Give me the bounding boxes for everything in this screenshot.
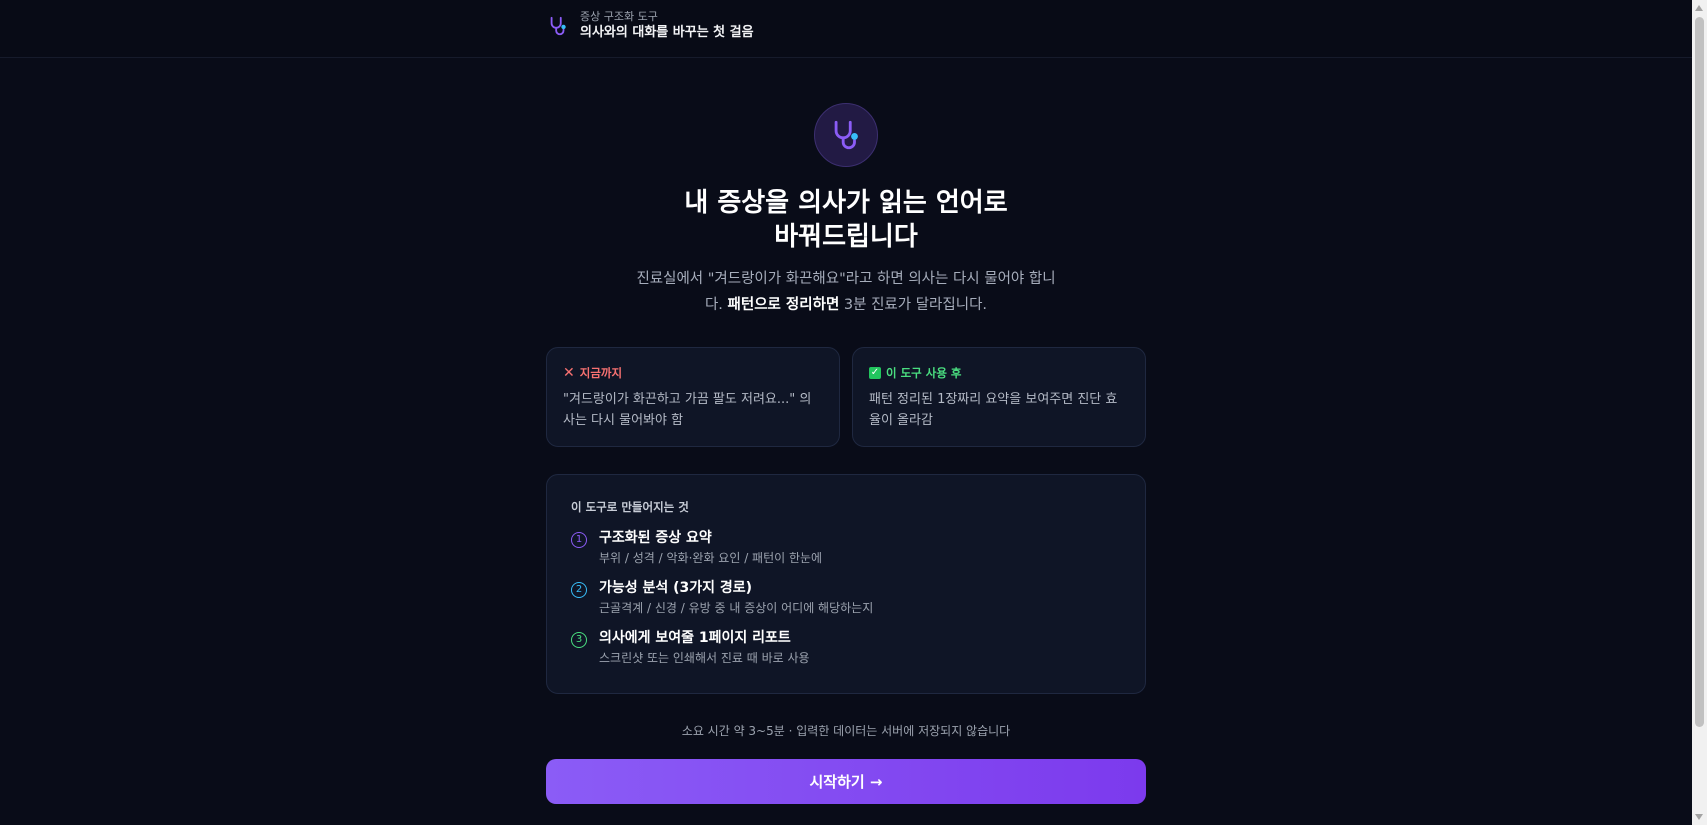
footnote: 소요 시간 약 3~5분 · 입력한 데이터는 서버에 저장되지 않습니다 bbox=[681, 724, 1011, 738]
x-icon: ✕ bbox=[563, 365, 575, 381]
output-title: 구조화된 증상 요약 bbox=[599, 530, 712, 546]
output-desc: 부위 / 성격 / 악화·완화 요인 / 패턴이 한눈에 bbox=[599, 551, 823, 565]
app-subtitle: 증상 구조화 도구 bbox=[580, 10, 658, 23]
lead-bold: 패턴으로 정리하면 bbox=[727, 297, 840, 313]
scroll-up-icon[interactable] bbox=[1695, 5, 1703, 11]
output-desc: 스크린샷 또는 인쇄해서 진료 때 바로 사용 bbox=[599, 651, 810, 665]
output-item-2: 2 가능성 분석 (3가지 경로) 근골격계 / 신경 / 유방 중 내 증상이… bbox=[571, 578, 1121, 617]
stethoscope-icon bbox=[546, 14, 570, 38]
lead-text: 진료실에서 "겨드랑이가 화끈해요"라고 하면 의사는 다시 물어야 합니다. … bbox=[630, 266, 1062, 318]
top-bar: 증상 구조화 도구 의사와의 대화를 바꾸는 첫 걸음 bbox=[0, 0, 1692, 58]
before-label: 지금까지 bbox=[579, 366, 623, 380]
output-desc: 근골격계 / 신경 / 유방 중 내 증상이 어디에 해당하는지 bbox=[599, 601, 874, 615]
app-title: 의사와의 대화를 바꾸는 첫 걸음 bbox=[580, 25, 754, 40]
output-title: 의사에게 보여줄 1페이지 리포트 bbox=[599, 630, 791, 646]
headline-line-2: 바꿔드립니다 bbox=[774, 222, 918, 252]
after-card: ✓ 이 도구 사용 후 패턴 정리된 1장짜리 요약을 보여주면 진단 효율이 … bbox=[852, 347, 1146, 447]
output-item-3: 3 의사에게 보여줄 1페이지 리포트 스크린샷 또는 인쇄해서 진료 때 바로… bbox=[571, 628, 1121, 667]
output-item-1: 1 구조화된 증상 요약 부위 / 성격 / 악화·완화 요인 / 패턴이 한눈… bbox=[571, 528, 1121, 567]
outputs-card: 이 도구로 만들어지는 것 1 구조화된 증상 요약 부위 / 성격 / 악화·… bbox=[546, 474, 1146, 694]
page-headline: 내 증상을 의사가 읽는 언어로 바꿔드립니다 bbox=[546, 186, 1146, 254]
scrollbar[interactable] bbox=[1692, 0, 1707, 825]
before-card: ✕ 지금까지 "겨드랑이가 화끈하고 가끔 팔도 저려요..." 의사는 다시 … bbox=[546, 347, 840, 447]
before-text: "겨드랑이가 화끈하고 가끔 팔도 저려요..." 의사는 다시 물어봐야 함 bbox=[563, 392, 812, 428]
scroll-thumb[interactable] bbox=[1695, 17, 1704, 727]
outputs-title: 이 도구로 만들어지는 것 bbox=[571, 500, 689, 514]
headline-line-1: 내 증상을 의사가 읽는 언어로 bbox=[684, 188, 1008, 218]
number-3-icon: 3 bbox=[571, 632, 587, 648]
scroll-down-icon[interactable] bbox=[1695, 814, 1703, 820]
lead-part-2: 3분 진료가 달라집니다. bbox=[839, 297, 988, 313]
start-button[interactable]: 시작하기 → bbox=[546, 759, 1146, 804]
output-title: 가능성 분석 (3가지 경로) bbox=[599, 580, 753, 596]
check-box-icon: ✓ bbox=[869, 367, 881, 379]
number-1-icon: 1 bbox=[571, 532, 587, 548]
after-label: 이 도구 사용 후 bbox=[886, 366, 962, 380]
brand[interactable]: 증상 구조화 도구 의사와의 대화를 바꾸는 첫 걸음 bbox=[546, 10, 754, 42]
number-2-icon: 2 bbox=[571, 582, 587, 598]
stethoscope-icon bbox=[814, 103, 878, 167]
after-text: 패턴 정리된 1장짜리 요약을 보여주면 진단 효율이 올라감 bbox=[869, 392, 1118, 428]
